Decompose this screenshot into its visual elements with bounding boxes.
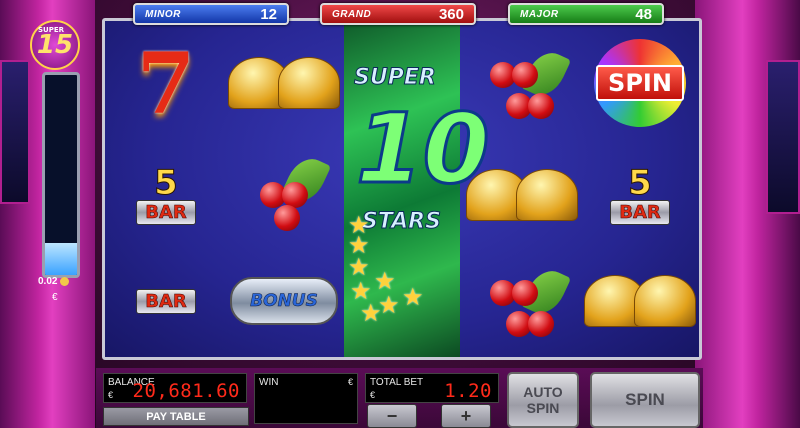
feature-stars-text: STARS: [362, 209, 442, 235]
symbol-5bar: 5 BAR: [107, 139, 225, 251]
symbol-bar: BAR: [107, 245, 225, 357]
pay-table-button[interactable]: PAY TABLE: [103, 407, 249, 426]
badge-small-text: SUPER: [38, 26, 65, 34]
badge-number: 15: [36, 30, 74, 60]
symbol-spin: SPIN: [581, 27, 699, 139]
bet-decrease-button[interactable]: −: [367, 404, 417, 428]
bar-plate: BAR: [136, 288, 196, 314]
cherry-icon: [528, 93, 554, 119]
balance-currency: €: [108, 390, 114, 400]
meter-value: 0.02: [38, 276, 78, 287]
cherry-icon: [512, 62, 538, 88]
symbol-bells: [225, 27, 343, 139]
jackpot-grand-label: GRAND: [332, 8, 372, 20]
jackpot-minor: MINOR 12: [133, 3, 289, 25]
spin-button[interactable]: SPIN: [590, 372, 700, 428]
bell-icon: [278, 57, 340, 109]
seven-icon: 7: [136, 33, 196, 133]
bell-icon: [516, 169, 578, 221]
symbol-cherries: [463, 27, 581, 139]
jackpot-major: MAJOR 48: [508, 3, 664, 25]
total-bet-currency: €: [370, 390, 376, 400]
right-cabinet: [695, 0, 800, 428]
left-background-screen: [0, 60, 30, 204]
symbol-bells: [581, 245, 699, 357]
bonus-label: BONUS: [250, 291, 318, 312]
symbol-cherries: [225, 139, 343, 251]
bet-meter-fill: [45, 243, 77, 275]
meter-currency: €: [52, 292, 58, 303]
bet-meter: [42, 72, 80, 278]
balance-field: BALANCE € 20,681.60: [103, 373, 247, 403]
balance-value: 20,681.60: [132, 380, 240, 402]
5bar-plate: BAR: [136, 199, 196, 225]
symbol-bonus: BONUS: [225, 245, 343, 357]
symbol-cherries: [463, 245, 581, 357]
jackpot-major-label: MAJOR: [520, 8, 559, 20]
spin-symbol-label: SPIN: [596, 65, 684, 101]
total-bet-label: TOTAL BET: [370, 377, 424, 388]
feature-reel: SUPER 10 STARS ★ ★ ★ ★ ★ ★ ★ ★: [344, 21, 491, 357]
total-bet-value: 1.20: [444, 380, 492, 402]
win-field: WIN €: [254, 373, 358, 424]
win-label: WIN: [259, 377, 279, 388]
coin-icon: [60, 276, 70, 286]
5bar-number: 5: [628, 162, 653, 203]
symbol-bells: [463, 139, 581, 251]
reels-area[interactable]: 7 5 BAR BAR BONUS SUPER 10 STARS ★ ★ ★ ★ …: [102, 18, 702, 360]
feature-super-text: SUPER: [354, 65, 437, 91]
jackpot-minor-label: MINOR: [145, 8, 181, 20]
cherry-icon: [528, 311, 554, 337]
jackpot-major-value: 48: [635, 5, 652, 23]
win-currency: €: [347, 377, 353, 387]
5bar-number: 5: [154, 162, 179, 203]
cherry-icon: [512, 280, 538, 306]
cherry-icon: [274, 205, 300, 231]
5bar-plate: BAR: [610, 199, 670, 225]
jackpot-grand: GRAND 360: [320, 3, 476, 25]
star-icon: ★: [402, 284, 424, 311]
super-15-badge: SUPER 15: [30, 20, 80, 70]
total-bet-field: TOTAL BET € 1.20: [365, 373, 499, 403]
meter-value-text: 0.02: [38, 276, 58, 287]
symbol-5bar: 5 BAR: [581, 139, 699, 251]
bell-icon: [634, 275, 696, 327]
star-icon: ★: [378, 292, 400, 319]
symbol-seven: 7: [107, 27, 225, 139]
auto-spin-button[interactable]: AUTO SPIN: [507, 372, 579, 428]
jackpot-grand-value: 360: [438, 5, 464, 23]
jackpot-minor-value: 12: [260, 5, 277, 23]
right-background-screen: [766, 60, 800, 214]
bet-increase-button[interactable]: +: [441, 404, 491, 428]
